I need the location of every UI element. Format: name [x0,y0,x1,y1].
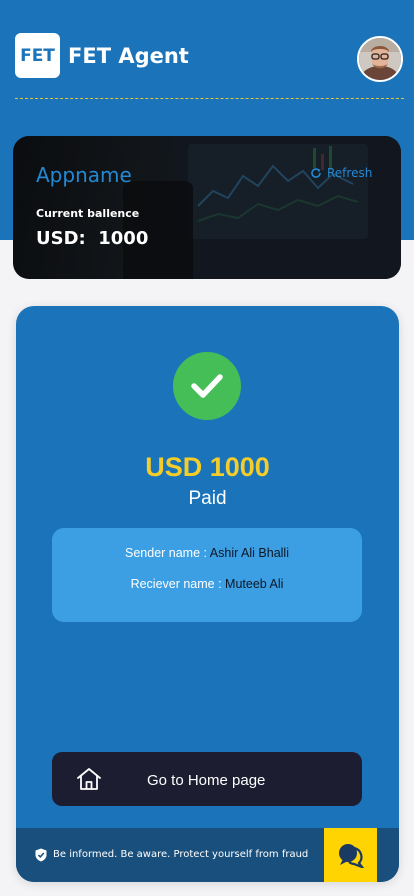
success-badge [173,352,241,420]
header-divider [15,98,404,99]
payment-amount: USD 1000 [145,452,270,482]
fraud-notice-bar: Be informed. Be aware. Protect yourself … [16,828,399,882]
avatar-icon [359,38,401,80]
payment-receipt-card: USD 1000 Paid Sender name : Ashir Ali Bh… [16,306,399,882]
shield-icon [35,848,47,862]
app-logo: FET [15,33,60,78]
app-title: FET Agent [68,44,189,68]
sender-row: Sender name : Ashir Ali Bhalli [52,546,362,560]
balance-label: Current ballence [36,207,140,220]
sender-name: Ashir Ali Bhalli [209,546,289,560]
receiver-name: Muteeb Ali [225,577,284,591]
transaction-details: Sender name : Ashir Ali Bhalli Reciever … [52,528,362,622]
fraud-notice-text: Be informed. Be aware. Protect yourself … [53,849,309,860]
home-icon [77,768,101,790]
receiver-label: Reciever name : [130,577,226,591]
chat-button[interactable] [324,828,377,882]
refresh-label: Refresh [327,166,373,180]
check-icon [191,374,223,398]
chat-icon [338,844,364,868]
balance-value: USD: 1000 [36,228,149,249]
go-home-button[interactable]: Go to Home page [52,752,362,806]
card-app-name: Appname [36,163,132,187]
user-avatar[interactable] [357,36,403,82]
app-header: FET FET Agent [0,0,414,100]
refresh-icon [311,168,321,178]
refresh-button[interactable]: Refresh [310,166,372,180]
sender-label: Sender name : [125,546,210,560]
go-home-label: Go to Home page [147,772,266,789]
receiver-row: Reciever name : Muteeb Ali [52,577,362,591]
payment-status: Paid [188,488,227,509]
balance-card: Appname Refresh Current ballence USD: 10… [13,136,401,279]
